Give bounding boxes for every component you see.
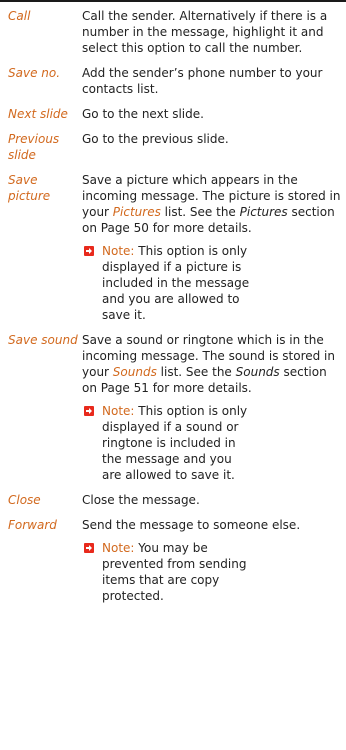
arrow-right-box-icon [84,543,94,553]
manual-page: Call Call the sender. Alternatively if t… [0,0,346,750]
option-description: Save a sound or ringtone which is in the… [82,332,343,483]
option-previous-slide: Previous slide Go to the previous slide. [7,131,343,163]
option-call: Call Call the sender. Alternatively if t… [7,8,343,56]
top-rule [0,0,346,2]
option-next-slide: Next slide Go to the next slide. [7,106,343,122]
option-description: Save a picture which appears in the inco… [82,172,343,323]
section-name: Sounds [235,365,280,379]
option-description: Add the sender’s phone number to your co… [82,66,323,96]
option-save-sound: Save sound Save a sound or ringtone whic… [7,332,343,483]
option-description: Call the sender. Alternatively if there … [82,9,328,55]
option-term: Save no. [8,66,61,80]
option-term: Next slide [8,107,68,121]
note: Note: This option is only displayed if a… [82,403,343,483]
option-save-picture: Save picture Save a picture which appear… [7,172,343,323]
option-term: Forward [8,518,57,532]
option-term: Save picture [8,173,51,203]
option-forward: Forward Send the message to someone else… [7,517,343,604]
option-description: Go to the previous slide. [82,132,229,146]
option-save-no: Save no. Add the sender’s phone number t… [7,65,343,97]
option-term: Previous slide [8,132,60,162]
option-description: Go to the next slide. [82,107,204,121]
list-name: Pictures [112,205,161,219]
option-close: Close Close the message. [7,492,343,508]
note: Note: This option is only displayed if a… [82,243,343,323]
note: Note: You may be prevented from sending … [82,540,343,604]
option-term: Call [8,9,31,23]
option-list: Call Call the sender. Alternatively if t… [7,8,343,613]
section-name: Pictures [239,205,288,219]
arrow-right-box-icon [84,246,94,256]
note-text: Note: This option is only displayed if a… [102,244,250,322]
list-name: Sounds [112,365,157,379]
option-description: Close the message. [82,493,200,507]
arrow-right-box-icon [84,406,94,416]
note-text: Note: You may be prevented from sending … [102,541,247,603]
option-term: Close [8,493,41,507]
note-text: Note: This option is only displayed if a… [102,404,248,482]
option-description: Send the message to someone else. Note: … [82,517,343,604]
option-term: Save sound [8,333,78,347]
